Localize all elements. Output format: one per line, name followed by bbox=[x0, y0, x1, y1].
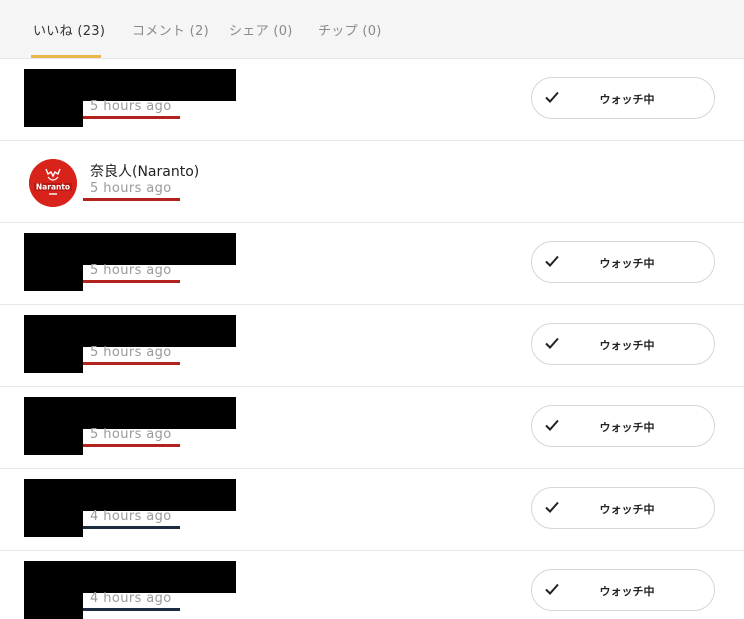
list-item: 4 hours ago ウォッチ中 bbox=[0, 469, 744, 551]
active-tab-indicator bbox=[31, 55, 101, 58]
redacted-block bbox=[24, 561, 236, 593]
redacted-block bbox=[24, 315, 236, 347]
watching-button-label: ウォッチ中 bbox=[599, 585, 655, 598]
timestamp-underline bbox=[83, 198, 180, 201]
watching-button[interactable]: ウォッチ中 bbox=[531, 569, 715, 611]
timestamp: 5 hours ago bbox=[90, 427, 172, 442]
redacted-block bbox=[24, 397, 236, 429]
timestamp: 5 hours ago bbox=[90, 99, 172, 114]
timestamp: 5 hours ago bbox=[90, 181, 172, 196]
watching-button[interactable]: ウォッチ中 bbox=[531, 77, 715, 119]
tab-likes[interactable]: いいね (23) bbox=[33, 20, 105, 39]
timestamp: 5 hours ago bbox=[90, 263, 172, 278]
tab-tips[interactable]: チップ (0) bbox=[318, 20, 382, 39]
redacted-block bbox=[24, 263, 83, 291]
timestamp-underline bbox=[83, 608, 180, 611]
timestamp: 5 hours ago bbox=[90, 345, 172, 360]
list-item: 5 hours ago ウォッチ中 bbox=[0, 387, 744, 469]
watching-button[interactable]: ウォッチ中 bbox=[531, 405, 715, 447]
tab-shares[interactable]: シェア (0) bbox=[229, 20, 293, 39]
redacted-block bbox=[24, 427, 83, 455]
list-item: 4 hours ago ウォッチ中 bbox=[0, 551, 744, 619]
user-list: 5 hours ago ウォッチ中 Naranto 奈良人(Naranto) 5… bbox=[0, 59, 744, 619]
tab-bar: いいね (23) コメント (2) シェア (0) チップ (0) bbox=[0, 0, 744, 59]
redacted-block bbox=[24, 509, 83, 537]
timestamp: 4 hours ago bbox=[90, 591, 172, 606]
watching-button-label: ウォッチ中 bbox=[599, 339, 655, 352]
watching-button-label: ウォッチ中 bbox=[599, 503, 655, 516]
list-item: 5 hours ago ウォッチ中 bbox=[0, 59, 744, 141]
timestamp-underline bbox=[83, 526, 180, 529]
user-name[interactable]: 奈良人(Naranto) bbox=[90, 161, 199, 181]
deer-logo-icon: Naranto bbox=[29, 159, 77, 207]
watching-button-label: ウォッチ中 bbox=[599, 421, 655, 434]
redacted-block bbox=[24, 69, 236, 101]
list-item: Naranto 奈良人(Naranto) 5 hours ago bbox=[0, 141, 744, 223]
timestamp-underline bbox=[83, 280, 180, 283]
list-item: 5 hours ago ウォッチ中 bbox=[0, 223, 744, 305]
watching-button[interactable]: ウォッチ中 bbox=[531, 323, 715, 365]
redacted-block bbox=[24, 99, 83, 127]
redacted-block bbox=[24, 591, 83, 619]
redacted-block bbox=[24, 479, 236, 511]
timestamp-underline bbox=[83, 444, 180, 447]
watching-button[interactable]: ウォッチ中 bbox=[531, 487, 715, 529]
avatar-logo-text: Naranto bbox=[36, 183, 70, 192]
avatar[interactable]: Naranto bbox=[29, 159, 77, 207]
redacted-block bbox=[24, 233, 236, 265]
tab-comments[interactable]: コメント (2) bbox=[132, 20, 209, 39]
watching-button[interactable]: ウォッチ中 bbox=[531, 241, 715, 283]
list-item: 5 hours ago ウォッチ中 bbox=[0, 305, 744, 387]
watching-button-label: ウォッチ中 bbox=[599, 257, 655, 270]
redacted-block bbox=[24, 345, 83, 373]
timestamp-underline bbox=[83, 116, 180, 119]
watching-button-label: ウォッチ中 bbox=[599, 93, 655, 106]
timestamp-underline bbox=[83, 362, 180, 365]
timestamp: 4 hours ago bbox=[90, 509, 172, 524]
